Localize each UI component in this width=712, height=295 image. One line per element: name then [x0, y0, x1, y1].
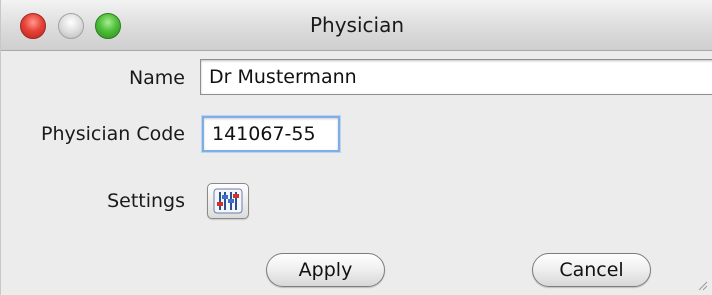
physician-code-label: Physician Code [40, 123, 185, 145]
name-field[interactable] [200, 59, 712, 95]
physician-code-field[interactable] [202, 116, 340, 152]
cancel-button[interactable]: Cancel [532, 253, 651, 287]
physician-window: Physician Name Physician Code Settings A… [0, 0, 712, 295]
resize-grip-icon[interactable] [696, 279, 708, 291]
apply-button[interactable]: Apply [266, 253, 385, 287]
window-title: Physician [309, 13, 405, 37]
title-bar[interactable]: Physician [1, 0, 712, 51]
settings-button[interactable] [207, 183, 249, 219]
name-label: Name [128, 67, 185, 89]
settings-label: Settings [107, 190, 185, 212]
sliders-icon [213, 188, 243, 214]
